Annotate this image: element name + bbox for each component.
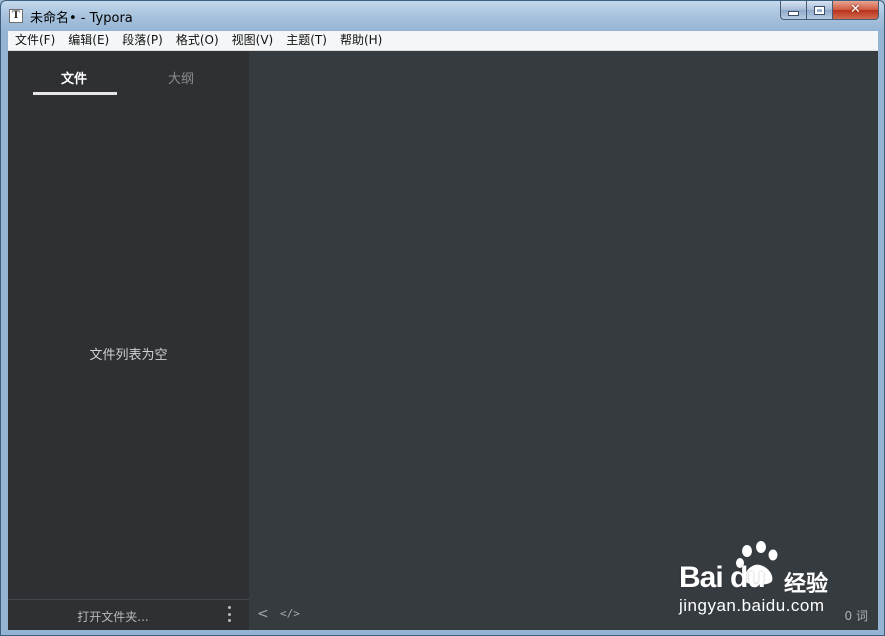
baidu-watermark: Bai du 经验 jingyan.baidu.com xyxy=(679,541,839,621)
active-tab-indicator xyxy=(33,92,117,95)
menu-bar: 文件(F) 编辑(E) 段落(P) 格式(O) 视图(V) 主题(T) 帮助(H… xyxy=(8,31,878,51)
close-button[interactable]: ✕ xyxy=(833,1,879,20)
dot xyxy=(227,606,231,609)
minimize-button[interactable] xyxy=(780,1,807,20)
sidebar: 文件 大纲 文件列表为空 打开文件夹... xyxy=(8,51,249,630)
baidu-url-text: jingyan.baidu.com xyxy=(679,596,825,615)
tab-outline[interactable]: 大纲 xyxy=(168,68,194,87)
more-options-icon[interactable] xyxy=(224,606,234,622)
minimize-icon xyxy=(788,11,799,16)
baidu-logo-text: Bai du xyxy=(679,561,766,594)
app-window: T 未命名• - Typora ✕ 文件(F) 编辑(E) 段落(P) 格式(O… xyxy=(0,0,885,636)
dot xyxy=(227,619,231,622)
source-mode-icon[interactable]: </> xyxy=(280,607,300,620)
close-icon: ✕ xyxy=(850,2,861,17)
menu-theme[interactable]: 主题(T) xyxy=(279,31,333,50)
menu-edit[interactable]: 编辑(E) xyxy=(61,31,115,50)
dot xyxy=(227,612,231,616)
baidu-jingyan-text: 经验 xyxy=(784,572,829,597)
title-bar[interactable]: T 未命名• - Typora ✕ xyxy=(1,1,884,31)
word-count[interactable]: 0 词 xyxy=(845,607,868,624)
maximize-icon xyxy=(814,5,825,15)
menu-file[interactable]: 文件(F) xyxy=(8,31,61,50)
maximize-button[interactable] xyxy=(807,1,833,20)
menu-paragraph[interactable]: 段落(P) xyxy=(115,31,169,50)
window-controls: ✕ xyxy=(780,1,879,21)
open-folder-button[interactable]: 打开文件夹... xyxy=(8,608,218,625)
window-title: 未命名• - Typora xyxy=(30,11,133,26)
sidebar-footer: 打开文件夹... xyxy=(8,599,249,630)
menu-help[interactable]: 帮助(H) xyxy=(333,31,388,50)
file-list-empty-message: 文件列表为空 xyxy=(89,348,168,363)
typora-app-icon[interactable]: T xyxy=(9,9,23,23)
menu-view[interactable]: 视图(V) xyxy=(225,31,280,50)
menu-format[interactable]: 格式(O) xyxy=(169,31,225,50)
tab-files[interactable]: 文件 xyxy=(61,68,87,87)
toggle-sidebar-icon[interactable]: < xyxy=(257,606,269,622)
